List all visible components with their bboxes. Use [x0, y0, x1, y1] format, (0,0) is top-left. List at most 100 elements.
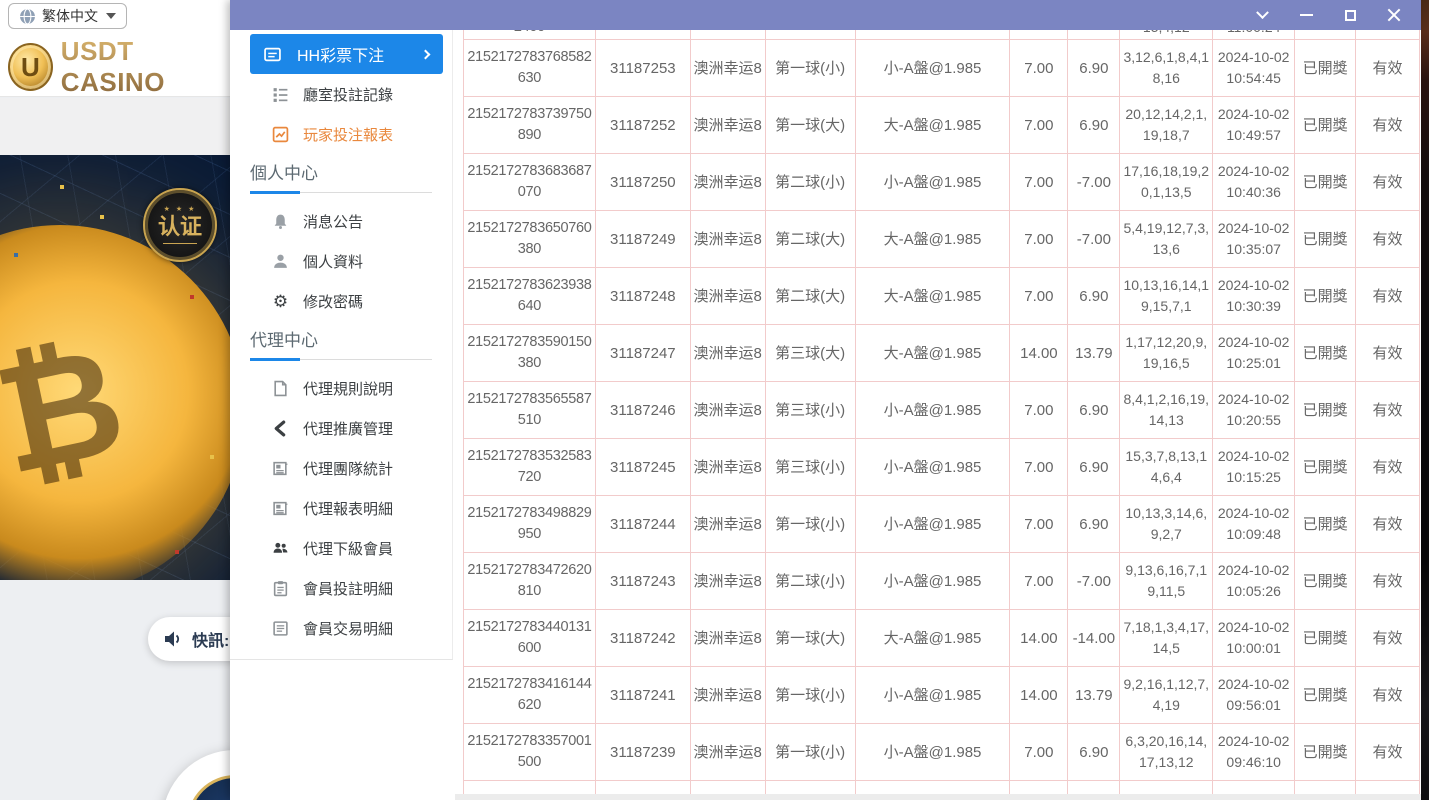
draw-numbers: 1,17,12,20,9,19,16,5 [1120, 325, 1213, 381]
bet-amount: 7.00 [1010, 268, 1068, 324]
order-id: 2152172783623938640 [464, 268, 596, 324]
game-name: 澳洲幸运8 [691, 382, 766, 438]
network-dot [175, 550, 179, 554]
bet-time: 2024-10-02 09:56:01 [1213, 667, 1295, 723]
sidebar-item-agent-report-detail[interactable]: 代理報表明細 [230, 488, 452, 528]
network-dot [60, 185, 64, 189]
sidebar-item-label: 消息公告 [303, 211, 363, 232]
table-row: 215217278353258372031187245澳洲幸运8第三球(小)小-… [464, 439, 1420, 496]
bet-position: 第一球(小) [766, 667, 856, 723]
room-records-icon [272, 86, 289, 103]
table-row: 215217278341614462031187241澳洲幸运8第一球(小)小-… [464, 667, 1420, 724]
period: 31187244 [596, 496, 691, 552]
sidebar-item-agent-downline-members[interactable]: 代理下級會員 [230, 528, 452, 568]
draw-status: 已開獎 [1295, 268, 1356, 324]
section-title-agent: 代理中心 [250, 329, 452, 353]
network-dot [210, 455, 214, 459]
bitcoin-coin-graphic: ₿ [0, 225, 232, 580]
table-row: 215217278347262081031187243澳洲幸运8第二球(小)小-… [464, 553, 1420, 610]
bet-position: 第一球(小) [766, 40, 856, 96]
table-row: 215217278335700150031187239澳洲幸运8第一球(小)小-… [464, 724, 1420, 781]
bet-time: 11:00:24 [1213, 30, 1295, 39]
clipboard-icon [272, 580, 289, 597]
game-name: 澳洲幸运8 [691, 40, 766, 96]
valid-flag: 有效 [1356, 496, 1420, 552]
sidebar-item-room-records[interactable]: 廳室投註記錄 [230, 74, 452, 114]
table-row: 240015,4,1211:00:24 [464, 30, 1420, 40]
sidebar-item-member-transaction-detail[interactable]: 會員交易明細 [230, 608, 452, 648]
bet-amount: 14.00 [1010, 610, 1068, 666]
sidebar-item-player-report[interactable]: 玩家投注報表 [230, 114, 452, 154]
order-id: 2152172783416144620 [464, 667, 596, 723]
game-name: 澳洲幸运8 [691, 610, 766, 666]
game-name: 澳洲幸运8 [691, 553, 766, 609]
minimize-icon[interactable] [1291, 3, 1321, 27]
bitcoin-banner: ₿ ★ ★ ★ 认证 [0, 155, 232, 580]
table-row: 215217278349882995031187244澳洲幸运8第一球(小)小-… [464, 496, 1420, 553]
bet-position: 第三球(小) [766, 382, 856, 438]
sidebar-item-member-bet-detail[interactable]: 會員投註明細 [230, 568, 452, 608]
section-divider [250, 192, 432, 193]
sidebar-item-agent-team-stats[interactable]: 代理團隊統計 [230, 448, 452, 488]
language-selector[interactable]: 繁体中文 [8, 3, 127, 29]
player-report-icon [272, 126, 289, 143]
gear-icon: ⚙ [272, 293, 289, 310]
sidebar-item-announcements[interactable]: 消息公告 [230, 201, 452, 241]
draw-numbers: 5,4,19,12,7,3,13,6 [1120, 211, 1213, 267]
sidebar-item-agent-rules[interactable]: 代理規則說明 [230, 368, 452, 408]
bet-position: 第一球(小) [766, 724, 856, 780]
table-row: 215217278376858263031187253澳洲幸运8第一球(小)小-… [464, 40, 1420, 97]
period: 31187250 [596, 154, 691, 210]
valid-flag: 有效 [1356, 211, 1420, 267]
bet-amount [1010, 30, 1068, 39]
sidebar-item-agent-promotion[interactable]: 代理推廣管理 [230, 408, 452, 448]
table-row: 215217278344013160031187242澳洲幸运8第一球(大)大-… [464, 610, 1420, 667]
sidebar-item-label: 玩家投注報表 [303, 124, 393, 145]
brand-logo[interactable]: U USDT CASINO [8, 36, 232, 98]
play-odds: 大-A盤@1.985 [856, 97, 1011, 153]
order-id: 2152172783590150380 [464, 325, 596, 381]
play-odds: 大-A盤@1.985 [856, 211, 1011, 267]
sidebar-item-label: 個人資料 [303, 251, 363, 272]
horizontal-scrollbar[interactable] [455, 794, 1421, 800]
sidebar-item-profile[interactable]: 個人資料 [230, 241, 452, 281]
maximize-icon[interactable] [1335, 3, 1365, 27]
sidebar-item-label: 代理報表明細 [303, 498, 393, 519]
order-id: 2152172783683687070 [464, 154, 596, 210]
profit: 6.90 [1068, 382, 1120, 438]
bet-time: 2024-10-02 09:46:10 [1213, 724, 1295, 780]
profit: 13.79 [1068, 667, 1120, 723]
valid-flag: 有效 [1356, 268, 1420, 324]
sidebar-item-change-password[interactable]: ⚙ 修改密碼 [230, 281, 452, 321]
order-id: 2152172783472620810 [464, 553, 596, 609]
period: 31187249 [596, 211, 691, 267]
bet-time: 2024-10-02 10:35:07 [1213, 211, 1295, 267]
bet-amount: 7.00 [1010, 439, 1068, 495]
valid-flag: 有效 [1356, 97, 1420, 153]
profit [1068, 30, 1120, 39]
news-ticker-label: 快訊: [192, 627, 229, 651]
sidebar-item-lottery-bet[interactable]: HH彩票下注 [250, 34, 443, 74]
sidebar-item-label: 代理推廣管理 [303, 418, 393, 439]
valid-flag: 有效 [1356, 553, 1420, 609]
badge-divider [163, 243, 197, 244]
document-icon [272, 380, 289, 397]
chevron-down-icon[interactable] [1247, 3, 1277, 27]
game-name: 澳洲幸运8 [691, 325, 766, 381]
period: 31187246 [596, 382, 691, 438]
period: 31187242 [596, 610, 691, 666]
play-odds: 小-A盤@1.985 [856, 496, 1011, 552]
window-titlebar[interactable] [230, 0, 1421, 30]
draw-status: 已開獎 [1295, 724, 1356, 780]
play-odds: 小-A盤@1.985 [856, 667, 1011, 723]
page: { "language_bar": { "label": "繁体中文", "gl… [0, 0, 1429, 800]
profit: -7.00 [1068, 154, 1120, 210]
draw-numbers: 10,13,3,14,6,9,2,7 [1120, 496, 1213, 552]
list-box-icon [272, 620, 289, 637]
close-icon[interactable] [1379, 3, 1409, 27]
bet-records-table[interactable]: 240015,4,1211:00:24215217278376858263031… [463, 30, 1420, 800]
order-id: 2152172783565587510 [464, 382, 596, 438]
sidebar-item-label: 會員投註明細 [303, 578, 393, 599]
badge-stars: ★ ★ ★ [164, 206, 197, 214]
bet-position: 第二球(大) [766, 211, 856, 267]
